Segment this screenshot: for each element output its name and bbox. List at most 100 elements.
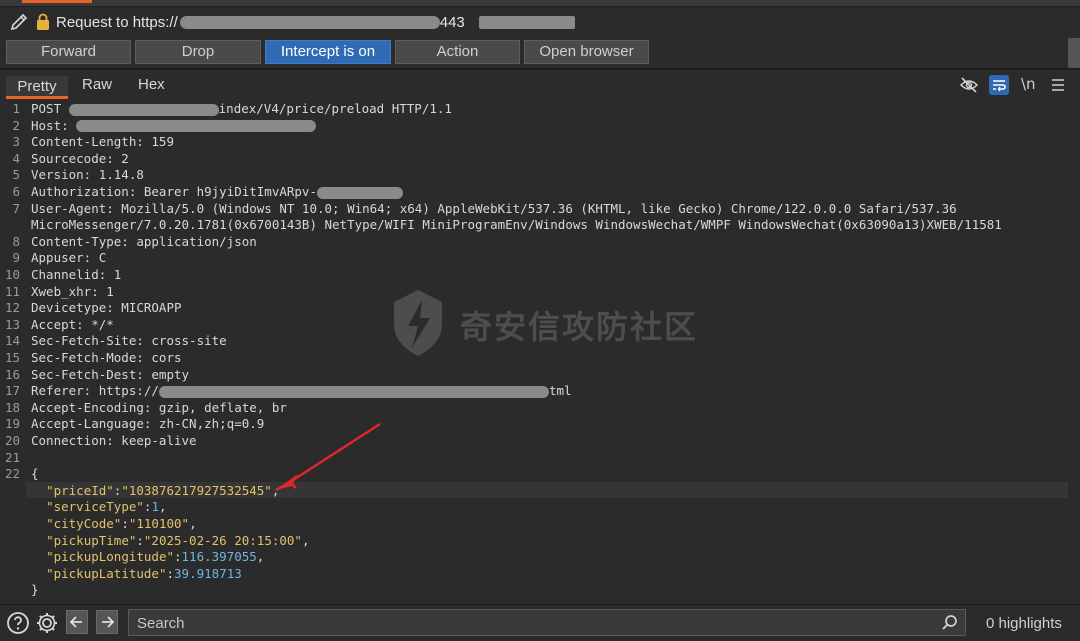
line-number: 18 [4,399,20,415]
line-number: 5 [12,167,20,183]
message-editor[interactable]: 1 POST index/V4/price/preload HTTP/1.1 2 Ho… [0,100,1068,602]
eye-off-icon[interactable] [959,76,979,94]
code-line[interactable]: } [31,582,39,597]
json-token: 1 [151,499,159,515]
forward-button[interactable]: Forward [6,40,131,64]
active-tab-indicator [22,0,92,3]
redacted-text [316,186,403,199]
pencil-icon[interactable] [8,11,30,33]
code-line[interactable]: Connection: keep-alive [31,433,197,448]
code-text: Sec-Fetch-Site: cross-site [31,333,227,349]
newline-icon[interactable]: \n [1021,75,1036,93]
json-token: 39.918713 [174,565,242,581]
code-text: Host: [31,117,77,133]
code-line[interactable]: Xweb_xhr: 1 [31,284,114,299]
code-text: , [301,532,310,548]
code-line[interactable]: "pickupTime":"2025-02-26 20:15:00", [31,533,309,548]
code-line[interactable]: Authorization: Bearer h9jyiDitImvARpv- [31,184,403,199]
code-line[interactable]: "pickupLatitude":39.918713 [31,566,242,581]
code-line[interactable]: "cityCode":"110100", [31,516,197,531]
json-token: "103876217927532545" [121,482,272,498]
code-text: : [166,565,175,581]
code-text: tml [548,383,572,399]
highlights-count: 0 highlights [986,615,1062,632]
code-text: Accept: */* [31,316,114,332]
json-token: "110100" [128,516,190,531]
code-text: : [136,532,144,548]
line-number: 17 [4,383,20,399]
code-line[interactable]: Sec-Fetch-Site: cross-site [31,333,227,348]
line-number: 14 [4,333,20,349]
redacted-text [68,103,219,116]
code-line[interactable]: MicroMessenger/7.0.20.1781(0x6700143B) N… [31,217,1002,232]
intercept-toggle-button[interactable]: Intercept is on [265,40,391,64]
json-token: "serviceType" [46,499,144,515]
panel-scroll-handle[interactable] [1068,38,1080,68]
line-number: 1 [12,101,20,116]
json-token: "priceId" [46,482,114,498]
code-text: Accept-Language: zh-CN,zh;q=0.9 [31,416,265,432]
tab-pretty[interactable]: Pretty [6,76,68,97]
wrap-icon[interactable] [989,75,1009,95]
code-line[interactable]: Content-Length: 159 [31,134,174,149]
open-browser-button[interactable]: Open browser [524,40,649,64]
bottom-search-bar: 0 highlights [0,604,1080,641]
code-line[interactable]: Channelid: 1 [31,267,121,282]
code-line[interactable]: "pickupLongitude":116.397055, [31,549,264,564]
search-icon[interactable] [941,614,959,632]
code-line[interactable]: POST index/V4/price/preload HTTP/1.1 [31,101,452,116]
drop-button[interactable]: Drop [135,40,261,64]
menu-icon[interactable] [1050,77,1066,93]
tab-raw[interactable]: Raw [82,76,112,93]
json-token: "pickupLongitude" [46,549,174,565]
code-line[interactable]: User-Agent: Mozilla/5.0 (Windows NT 10.0… [31,201,957,216]
line-number: 21 [4,449,20,465]
line-number: 10 [4,267,20,282]
line-number: 19 [4,416,20,432]
code-line[interactable]: Host: [31,117,317,133]
code-line[interactable]: Version: 1.14.8 [31,167,144,182]
code-text: POST [31,101,69,116]
code-line[interactable]: Referer: https:// tml [31,383,572,398]
code-text: Appuser: C [31,250,107,266]
request-port: 443 [439,13,465,31]
line-number: 6 [12,184,20,199]
help-icon[interactable] [6,611,30,635]
code-line[interactable]: Accept: */* [31,317,114,332]
tab-hex[interactable]: Hex [138,76,165,93]
code-line[interactable]: Accept-Encoding: gzip, deflate, br [31,400,287,415]
json-token: 116.397055 [181,549,257,565]
next-match-button[interactable] [96,610,118,634]
code-line[interactable]: "serviceType":1, [31,499,167,515]
code-text: , [158,499,167,515]
code-text: Referer: https:// [31,383,159,399]
request-url-prefix: Request to https:// [56,13,178,31]
code-line[interactable]: Sec-Fetch-Dest: empty [31,367,189,382]
line-number: 4 [12,150,20,166]
search-input[interactable] [135,613,939,634]
code-line[interactable]: "priceId":"103876217927532545", [31,483,279,498]
code-text: , [256,549,265,565]
redacted-text [158,385,549,398]
code-line[interactable]: Devicetype: MICROAPP [31,300,182,315]
line-number: 9 [12,250,20,266]
arrow-left-icon [69,616,82,628]
code-text: Xweb_xhr: 1 [31,283,114,299]
code-line[interactable]: Appuser: C [31,250,106,265]
code-text: index/V4/price/preload HTTP/1.1 [218,101,452,116]
previous-match-button[interactable] [66,610,88,634]
code-line[interactable]: { [31,466,39,481]
line-number: 11 [4,283,20,299]
json-token: "cityCode" [46,516,122,531]
code-line[interactable]: Accept-Language: zh-CN,zh;q=0.9 [31,416,264,431]
code-text: Content-Length: 159 [31,134,174,150]
code-line[interactable]: Content-Type: application/json [31,234,257,249]
code-line[interactable]: Sec-Fetch-Mode: cors [31,350,182,365]
divider [0,68,1080,70]
code-line[interactable]: Sourcecode: 2 [31,151,129,166]
action-button[interactable]: Action [395,40,520,64]
settings-gear-icon[interactable] [35,611,59,635]
